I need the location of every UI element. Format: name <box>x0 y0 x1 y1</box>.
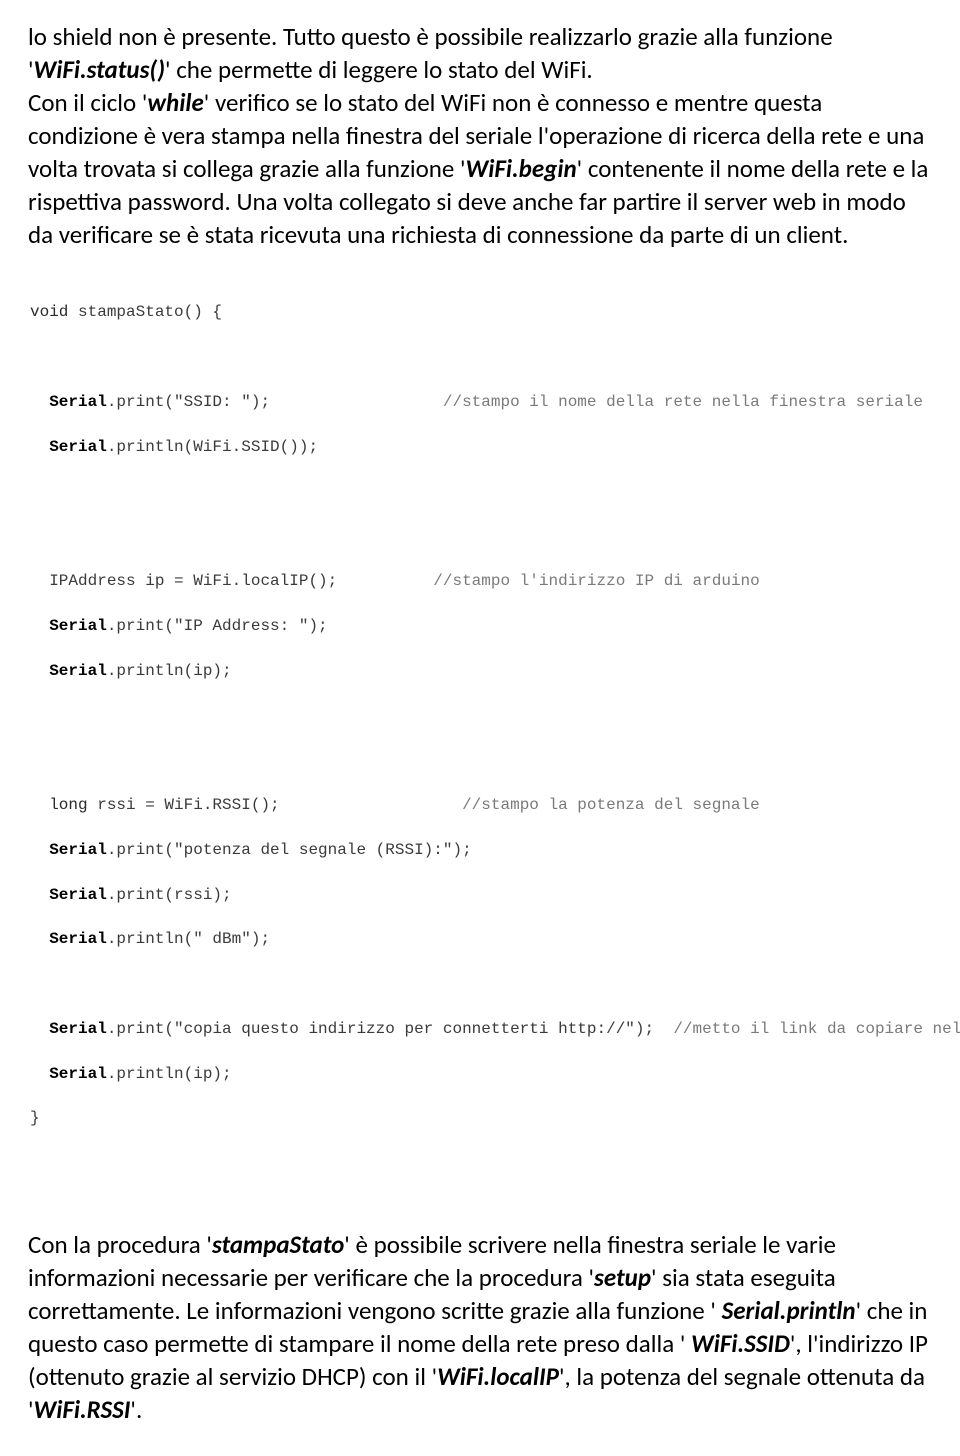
code-text: .println(ip); <box>107 662 232 680</box>
code-block-stampastato: void stampaStato() { Serial.print("SSID:… <box>28 273 932 1158</box>
func-setup: setup <box>594 1262 651 1293</box>
code-text: Serial <box>49 930 107 948</box>
code-text: IPAddress ip = WiFi.localIP(); <box>30 572 337 590</box>
code-comment: //stampo la potenza del segnale <box>462 796 760 814</box>
func-serial-println: Serial.println <box>722 1295 856 1326</box>
code-comment: //stampo il nome della rete nella finest… <box>443 393 923 411</box>
code-text: .println(ip); <box>107 1065 232 1083</box>
text: Con la procedura <box>28 1229 206 1260</box>
code-text: Serial <box>49 393 107 411</box>
code-text: long <box>49 796 87 814</box>
code-text: Serial <box>49 1020 107 1038</box>
code-text: Serial <box>49 841 107 859</box>
body-paragraph-1: lo shield non è presente. Tutto questo è… <box>28 20 932 251</box>
func-wifi-localip: WiFi.localIP <box>437 1361 559 1392</box>
code-text: .print("potenza del segnale (RSSI):"); <box>107 841 472 859</box>
func-wifi-begin: WiFi.begin <box>466 153 577 184</box>
code-text: Serial <box>49 1065 107 1083</box>
func-wifi-rssi: WiFi.RSSI <box>34 1394 131 1425</box>
text: lo shield non è presente. Tutto questo è… <box>28 21 833 52</box>
code-text: rssi = WiFi.RSSI(); <box>88 796 280 814</box>
code-text: .println(WiFi.SSID()); <box>107 438 318 456</box>
text: che permette di leggere lo stato del WiF… <box>171 54 593 85</box>
code-comment: //stampo l'indirizzo IP di arduino <box>433 572 759 590</box>
body-paragraph-2: Con la procedura 'stampaStato' è possibi… <box>28 1228 932 1426</box>
code-text: void <box>30 303 68 321</box>
code-text: Serial <box>49 886 107 904</box>
code-text: Serial <box>49 662 107 680</box>
code-text: .print("copia questo indirizzo per conne… <box>107 1020 654 1038</box>
code-text: Serial <box>49 617 107 635</box>
code-text: .println(" dBm"); <box>107 930 270 948</box>
text: . <box>136 1394 142 1425</box>
text: Con il ciclo <box>28 87 142 118</box>
code-text: .print("SSID: "); <box>107 393 270 411</box>
code-text: .print("IP Address: "); <box>107 617 328 635</box>
func-stampastato: stampaStato <box>212 1229 344 1260</box>
code-text: Serial <box>49 438 107 456</box>
keyword-while: while <box>147 87 203 118</box>
code-text: } <box>30 1109 40 1127</box>
code-text: stampaStato() { <box>68 303 222 321</box>
text: , la potenza del segnale ottenuta da <box>564 1361 925 1392</box>
func-wifi-ssid: WiFi.SSID <box>691 1328 790 1359</box>
code-comment: //metto il link da copiare nella pagina … <box>673 1020 960 1038</box>
code-text: .print(rssi); <box>107 886 232 904</box>
func-wifi-status: WiFi.status() <box>34 54 165 85</box>
